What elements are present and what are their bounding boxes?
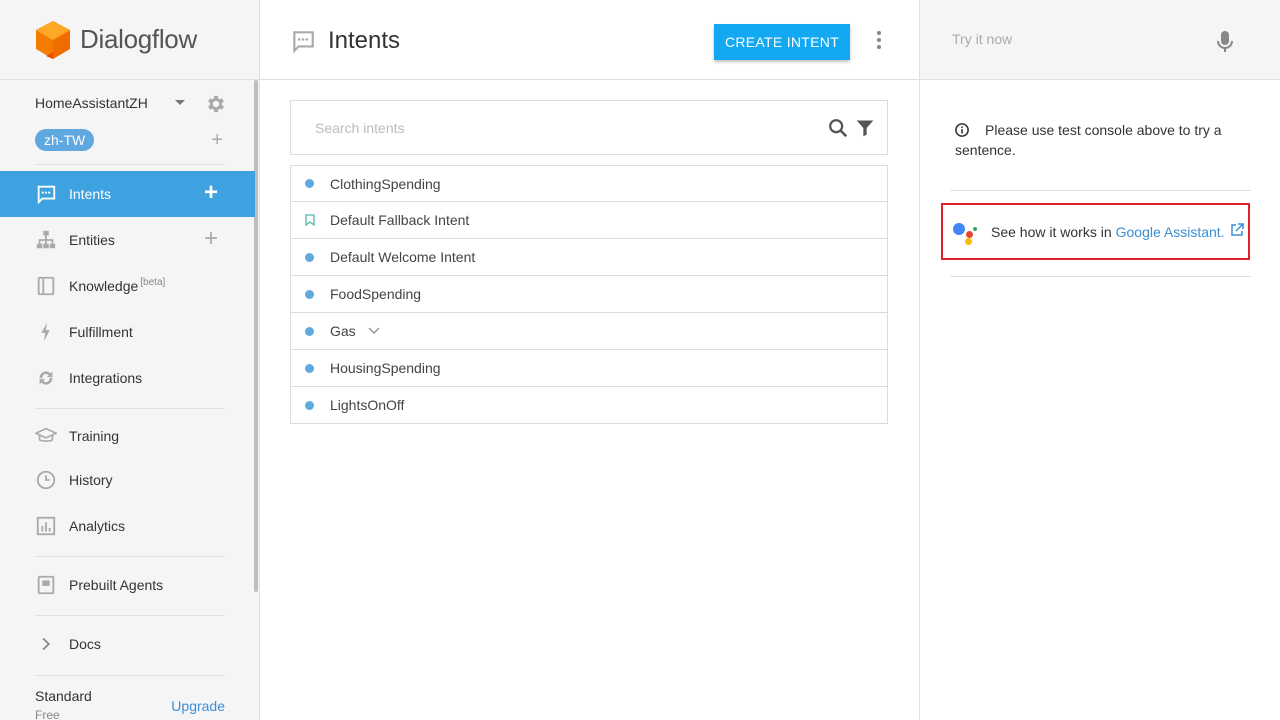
agent-book-icon	[35, 574, 57, 596]
sidebar-item-label: Knowledge	[69, 278, 139, 294]
sidebar-item-label: Integrations	[69, 370, 143, 386]
microphone-icon[interactable]	[1216, 30, 1234, 54]
google-assistant-icon	[953, 219, 979, 245]
ga-text: See how it works in	[991, 223, 1112, 240]
divider	[950, 190, 1251, 191]
refresh-icon	[35, 367, 57, 389]
sidebar-item-training[interactable]: Training	[0, 413, 255, 459]
sidebar-item-integrations[interactable]: Integrations	[0, 355, 255, 401]
brand-name: Dialogflow	[80, 24, 197, 54]
info-text: Please use test console above to try a s…	[955, 122, 1222, 158]
status-dot	[305, 252, 314, 262]
sidebar-item-label: Entities	[69, 232, 115, 248]
divider	[35, 556, 225, 557]
language-badge[interactable]: zh-TW	[35, 129, 95, 151]
sidebar-item-label: Intents	[69, 186, 112, 202]
chat-icon	[35, 183, 57, 205]
beta-badge: [beta]	[140, 276, 166, 288]
status-dot	[305, 400, 314, 410]
intent-name: Gas	[330, 323, 356, 339]
intent-name: Default Fallback Intent	[330, 212, 470, 228]
graduation-cap-icon	[35, 425, 57, 447]
chevron-right-icon	[35, 633, 57, 655]
sidebar-item-intents[interactable]: Intents +	[0, 171, 255, 217]
intent-row[interactable]: ClothingSpending	[290, 165, 888, 202]
sidebar-item-prebuilt-agents[interactable]: Prebuilt Agents	[0, 562, 255, 608]
intent-row[interactable]: FoodSpending	[290, 276, 888, 313]
chevron-down-icon[interactable]	[368, 327, 380, 335]
page-title: Intents	[328, 27, 401, 54]
bolt-icon	[35, 321, 57, 343]
filter-icon[interactable]	[855, 118, 875, 138]
sidebar-item-label: Fulfillment	[69, 324, 133, 340]
main-header: Intents CREATE INTENT	[260, 0, 919, 80]
more-options-icon[interactable]	[876, 31, 882, 51]
sidebar-item-label: Analytics	[69, 518, 126, 534]
intent-name: HousingSpending	[330, 360, 441, 376]
sidebar: Dialogflow HomeAssistantZH zh-TW + Inten…	[0, 0, 260, 720]
intent-name: FoodSpending	[330, 286, 422, 302]
upgrade-link[interactable]: Upgrade	[171, 698, 225, 714]
status-dot	[305, 326, 314, 336]
caret-down-icon[interactable]	[175, 100, 185, 105]
search-icon[interactable]	[827, 117, 849, 139]
google-assistant-link[interactable]: Google Assistant.	[1116, 224, 1225, 240]
sidebar-item-analytics[interactable]: Analytics	[0, 503, 255, 549]
logo[interactable]: Dialogflow	[0, 0, 259, 80]
status-dot	[305, 289, 314, 299]
sidebar-item-label: Prebuilt Agents	[69, 577, 164, 593]
gear-icon[interactable]	[205, 93, 227, 115]
plan-info: Standard Free Upgrade	[35, 688, 225, 720]
google-assistant-callout: See how it works in Google Assistant.	[941, 203, 1250, 260]
agent-selector[interactable]: HomeAssistantZH	[35, 93, 225, 113]
sidebar-item-knowledge[interactable]: Knowledge [beta]	[0, 263, 255, 309]
sidebar-item-label: History	[69, 472, 113, 488]
intent-row[interactable]: Default Fallback Intent	[290, 202, 888, 239]
intent-row[interactable]: Default Welcome Intent	[290, 239, 888, 276]
test-console-panel: Please use test console above to try a s…	[919, 0, 1280, 720]
intent-row[interactable]: HousingSpending	[290, 350, 888, 387]
search-input[interactable]	[313, 117, 793, 139]
divider	[35, 408, 225, 409]
book-icon	[35, 275, 57, 297]
bookmark-icon	[305, 214, 315, 226]
intent-name: LightsOnOff	[330, 397, 405, 413]
intent-list: ClothingSpending Default Fallback Intent…	[290, 165, 888, 424]
create-intent-button[interactable]: CREATE INTENT	[714, 24, 850, 60]
divider	[950, 276, 1251, 277]
hierarchy-icon	[35, 229, 57, 251]
bar-chart-icon	[35, 515, 57, 537]
add-intent-icon[interactable]: +	[204, 181, 218, 205]
sidebar-item-label: Docs	[69, 636, 101, 652]
sidebar-item-history[interactable]: History	[0, 457, 255, 503]
clock-icon	[35, 469, 57, 491]
intent-name: ClothingSpending	[330, 175, 441, 192]
status-dot	[305, 179, 314, 188]
intent-row[interactable]: Gas	[290, 313, 888, 350]
external-link-icon[interactable]	[1230, 222, 1244, 237]
info-icon	[955, 123, 969, 137]
chat-icon	[293, 31, 314, 54]
divider	[35, 675, 225, 676]
try-it-now-input[interactable]	[950, 30, 1190, 48]
intent-row[interactable]: LightsOnOff	[290, 387, 888, 424]
dialogflow-logo-icon	[36, 20, 70, 59]
intent-name: Default Welcome Intent	[330, 249, 476, 265]
sidebar-item-docs[interactable]: Docs	[0, 621, 255, 667]
divider	[35, 164, 225, 165]
add-language-icon[interactable]: +	[211, 130, 223, 150]
try-it-now-bar	[920, 0, 1280, 80]
sidebar-item-entities[interactable]: Entities +	[0, 217, 255, 263]
info-message: Please use test console above to try a s…	[955, 120, 1245, 160]
status-dot	[305, 363, 314, 373]
sidebar-item-label: Training	[69, 428, 120, 444]
add-entity-icon[interactable]: +	[204, 227, 218, 251]
language-row: zh-TW +	[35, 129, 225, 151]
divider	[35, 615, 225, 616]
main-panel: Intents CREATE INTENT ClothingSpending D…	[260, 0, 919, 720]
search-box	[290, 100, 888, 155]
agent-name: HomeAssistantZH	[35, 95, 148, 111]
sidebar-item-fulfillment[interactable]: Fulfillment	[0, 309, 255, 355]
